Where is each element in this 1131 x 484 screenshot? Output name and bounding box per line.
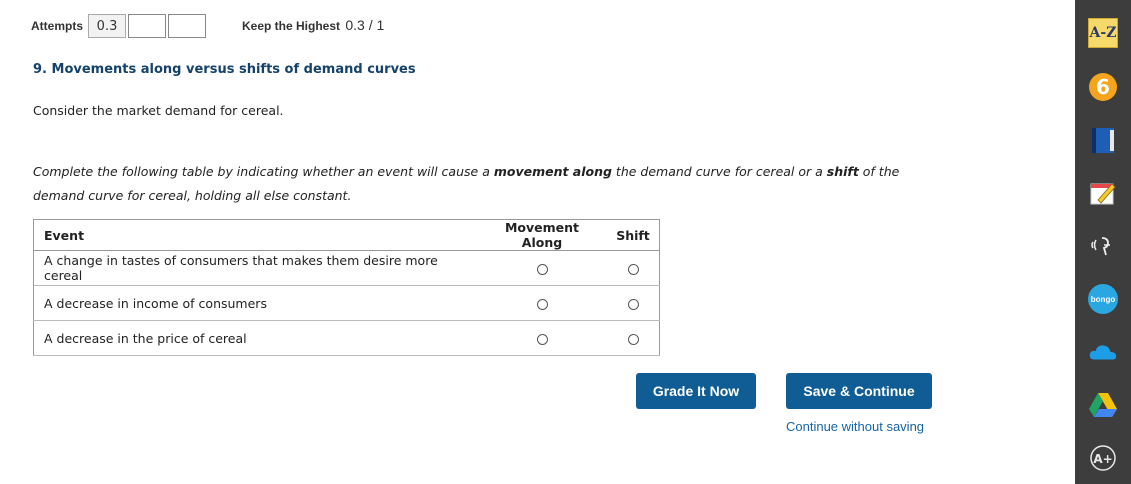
attempt-box-2 bbox=[128, 14, 167, 38]
svg-text:A+: A+ bbox=[1093, 452, 1112, 466]
movement-along-cell bbox=[477, 285, 607, 321]
grade-it-now-button[interactable]: Grade It Now bbox=[636, 373, 756, 409]
onedrive-cloud-icon[interactable] bbox=[1088, 337, 1118, 367]
event-table: Event Movement Along Shift A change in t… bbox=[33, 219, 660, 356]
movement-along-cell bbox=[477, 250, 607, 286]
attempts-row: Attempts 0.3 bbox=[31, 13, 207, 39]
continue-without-saving-link[interactable]: Continue without saving bbox=[786, 419, 924, 434]
event-cell: A decrease in the price of cereal bbox=[33, 320, 477, 356]
keep-highest-label: Keep the Highest bbox=[242, 19, 341, 33]
az-glossary-icon[interactable]: A-Z bbox=[1088, 18, 1118, 48]
ebook-icon[interactable] bbox=[1088, 125, 1118, 155]
attempts-label: Attempts bbox=[31, 19, 84, 33]
grade-a-plus-icon[interactable]: A+ bbox=[1088, 443, 1118, 473]
event-cell: A decrease in income of consumers bbox=[33, 285, 477, 321]
header-movement-along: Movement Along bbox=[477, 219, 607, 251]
attempt-box-3 bbox=[168, 14, 207, 38]
table-row: A decrease in the price of cereal bbox=[33, 320, 660, 356]
bongo-icon[interactable]: bongo bbox=[1088, 284, 1118, 314]
cengage-six-icon[interactable]: 6 bbox=[1088, 72, 1118, 102]
radio-movement-along[interactable] bbox=[536, 263, 548, 275]
instr-text-2: the demand curve for cereal or a bbox=[611, 164, 827, 179]
svg-text:6: 6 bbox=[1096, 75, 1110, 99]
table-header-row: Event Movement Along Shift bbox=[33, 219, 660, 251]
radio-movement-along[interactable] bbox=[536, 298, 548, 310]
shift-cell bbox=[607, 250, 660, 286]
az-icon-label: A-Z bbox=[1088, 18, 1118, 48]
save-continue-button[interactable]: Save & Continue bbox=[786, 373, 932, 409]
notes-icon[interactable] bbox=[1088, 178, 1118, 208]
google-drive-icon[interactable] bbox=[1088, 390, 1118, 420]
radio-movement-along[interactable] bbox=[536, 333, 548, 345]
movement-along-cell bbox=[477, 320, 607, 356]
instr-bold-1: movement along bbox=[493, 164, 612, 179]
shift-cell bbox=[607, 320, 660, 356]
table-row: A change in tastes of consumers that mak… bbox=[33, 250, 660, 286]
table-row: A decrease in income of consumers bbox=[33, 285, 660, 321]
instr-text-1: Complete the following table by indicati… bbox=[33, 164, 494, 179]
tools-sidebar: A-Z 6 bongo A+ bbox=[1075, 0, 1131, 484]
shift-cell bbox=[607, 285, 660, 321]
question-prompt: Consider the market demand for cereal. bbox=[33, 103, 284, 118]
bongo-icon-label: bongo bbox=[1088, 284, 1118, 314]
event-cell: A change in tastes of consumers that mak… bbox=[33, 250, 477, 286]
attempt-box-1: 0.3 bbox=[88, 14, 127, 38]
header-event: Event bbox=[33, 219, 477, 251]
question-title: 9. Movements along versus shifts of dema… bbox=[33, 62, 416, 77]
keep-highest-score: 0.3 / 1 bbox=[345, 17, 385, 33]
header-shift: Shift bbox=[607, 219, 660, 251]
radio-shift[interactable] bbox=[627, 263, 639, 275]
radio-shift[interactable] bbox=[627, 298, 639, 310]
question-instructions: Complete the following table by indicati… bbox=[33, 160, 933, 208]
read-aloud-icon[interactable] bbox=[1088, 230, 1118, 260]
keep-highest: Keep the Highest 0.3 / 1 bbox=[242, 17, 384, 33]
radio-shift[interactable] bbox=[627, 333, 639, 345]
instr-bold-2: shift bbox=[826, 164, 859, 179]
